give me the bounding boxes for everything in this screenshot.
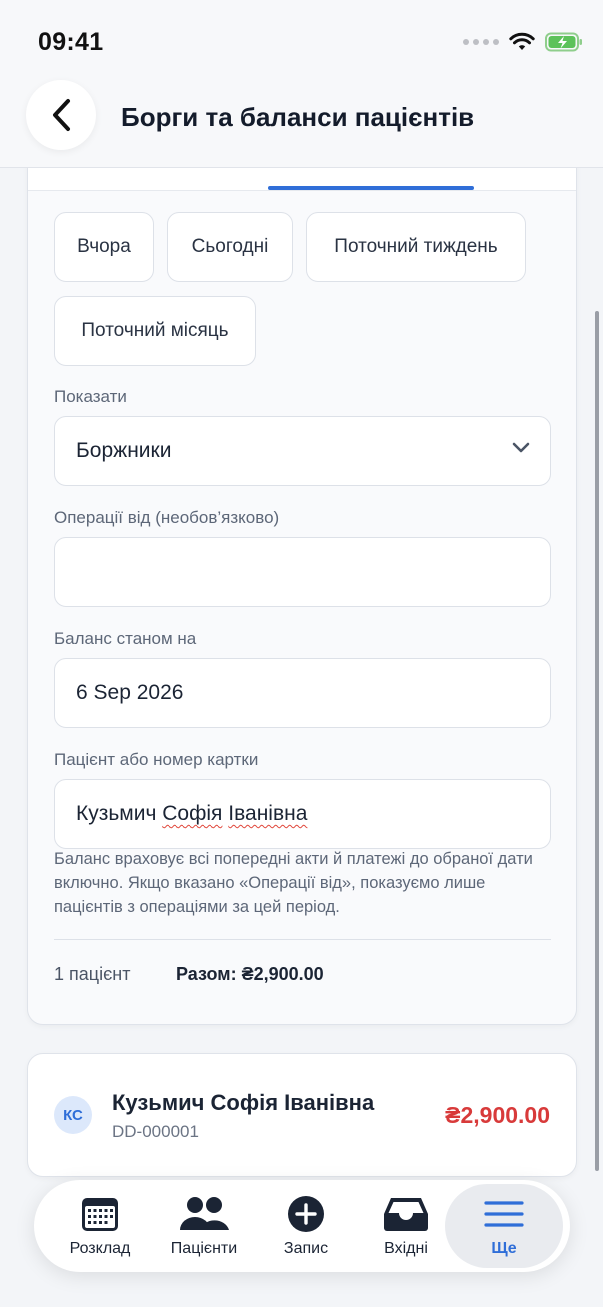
balance-hint: Баланс враховує всі попередні акти й пла… <box>54 850 533 916</box>
nav-patients-label: Пацієнти <box>170 1240 238 1257</box>
chip-current-month[interactable]: Поточний місяць <box>54 296 256 366</box>
patient-search-value-part2: Софія <box>162 802 223 825</box>
status-bar: 09:41 <box>0 0 603 80</box>
patient-search-label: Пацієнт або номер картки <box>54 750 259 769</box>
status-time: 09:41 <box>38 28 104 56</box>
chevron-left-icon <box>53 99 70 131</box>
chip-current-week[interactable]: Поточний тиждень <box>306 212 526 282</box>
patient-name: Кузьмич Софія Іванівна <box>112 1090 375 1115</box>
show-select[interactable]: Боржники <box>54 416 551 486</box>
nav-appointment[interactable]: Запис <box>254 1180 358 1272</box>
patient-balance: ₴2,900.00 <box>445 1102 550 1128</box>
content-scroll[interactable]: Вчора Сьогодні Поточний тиждень Поточний… <box>0 168 603 1307</box>
back-button[interactable] <box>26 80 96 150</box>
operations-from-label: Операції від (необов’язково) <box>54 508 280 527</box>
people-icon <box>180 1197 229 1230</box>
chip-yesterday[interactable]: Вчора <box>54 212 154 282</box>
nav-schedule[interactable]: Розклад <box>48 1180 152 1272</box>
bottom-nav: Розклад Пацієнти Запис Вхідні Ще <box>34 1180 570 1272</box>
patient-search-input[interactable]: Кузьмич Софія Іванівна <box>54 779 551 849</box>
segment-tabs[interactable] <box>28 168 576 191</box>
active-tab-indicator <box>268 186 474 190</box>
filter-card: Вчора Сьогодні Поточний тиждень Поточний… <box>27 168 577 1025</box>
nav-more[interactable]: Ще <box>445 1184 563 1268</box>
inbox-icon <box>384 1198 428 1231</box>
show-label: Показати <box>54 387 127 406</box>
nav-appointment-label: Запис <box>283 1240 329 1257</box>
battery-charging-icon <box>545 32 582 52</box>
balance-date-label: Баланс станом на <box>54 629 197 648</box>
nav-patients[interactable]: Пацієнти <box>152 1180 256 1272</box>
patient-search-value-part4: Іванівна <box>228 802 308 825</box>
operations-from-input[interactable] <box>54 537 551 607</box>
plus-circle-icon <box>288 1196 324 1232</box>
nav-inbox-label: Вхідні <box>384 1240 428 1257</box>
menu-icon <box>484 1201 524 1227</box>
nav-inbox[interactable]: Вхідні <box>354 1180 458 1272</box>
cellular-signal-icon <box>463 39 499 45</box>
patient-search-value-part1: Кузьмич <box>76 802 163 825</box>
page-title: Борги та баланси пацієнтів <box>121 102 475 132</box>
scrollbar[interactable] <box>595 311 599 1171</box>
chevron-down-icon <box>512 442 530 453</box>
nav-more-label: Ще <box>491 1240 517 1257</box>
wifi-icon <box>509 32 535 50</box>
nav-schedule-label: Розклад <box>69 1240 131 1257</box>
patient-count: 1 пацієнт <box>54 964 131 984</box>
balance-date-input[interactable]: 6 Sep 2026 <box>54 658 551 728</box>
show-select-value: Боржники <box>76 439 172 462</box>
avatar: КС <box>54 1096 92 1134</box>
calendar-icon <box>82 1198 118 1231</box>
status-icons <box>463 32 583 52</box>
patient-row[interactable]: КС Кузьмич Софія Іванівна DD-000001 ₴2,9… <box>27 1053 577 1177</box>
divider <box>54 939 551 940</box>
chip-today[interactable]: Сьогодні <box>167 212 293 282</box>
patient-card-number: DD-000001 <box>112 1122 199 1141</box>
header: Борги та баланси пацієнтів <box>0 80 603 168</box>
total-sum: Разом: ₴2,900.00 <box>176 964 324 984</box>
